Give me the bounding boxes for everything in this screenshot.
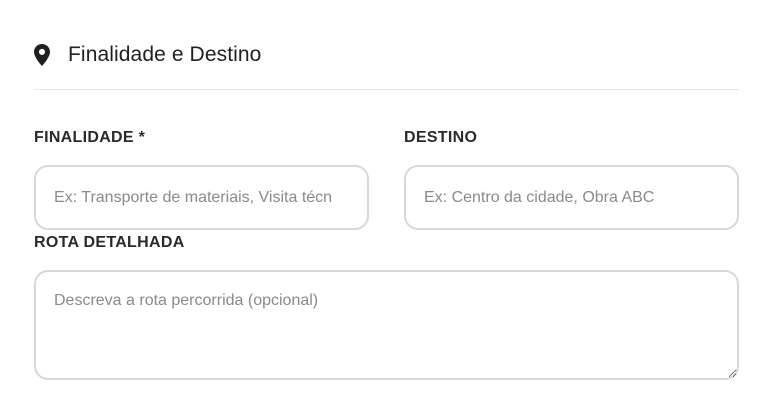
finalidade-input[interactable]	[34, 165, 369, 230]
rota-detalhada-label: ROTA DETALHADA	[34, 234, 185, 251]
section-title: Finalidade e Destino	[68, 43, 262, 66]
rota-detalhada-textarea[interactable]	[34, 270, 739, 380]
destino-input[interactable]	[404, 165, 739, 230]
section-divider	[34, 89, 739, 90]
finalidade-destino-section: Finalidade e Destino FINALIDADE * DESTIN…	[34, 0, 739, 418]
destino-label: DESTINO	[404, 129, 478, 146]
section-header: Finalidade e Destino	[34, 40, 261, 70]
finalidade-label: FINALIDADE *	[34, 129, 146, 146]
map-pin-icon	[34, 44, 50, 66]
